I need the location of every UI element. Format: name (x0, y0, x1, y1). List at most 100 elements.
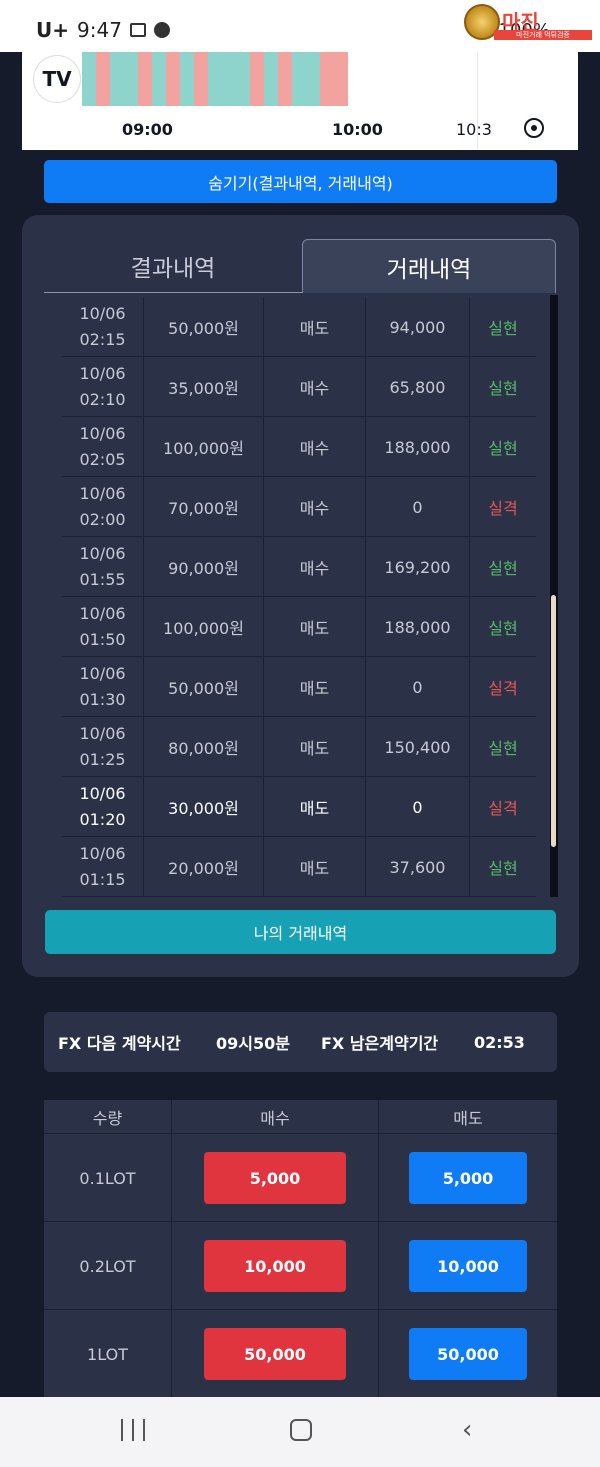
lot-size: 0.1LOT (44, 1134, 172, 1222)
trade-result: 실현 (488, 439, 518, 458)
candle-bar (320, 52, 334, 106)
watermark: 마진 마진거래 먹튀검증 (464, 4, 594, 42)
tab-results[interactable]: 결과내역 (44, 239, 302, 293)
tradingview-logo-icon[interactable]: TV (34, 56, 80, 102)
trade-time: 02:00 (79, 510, 126, 529)
trade-time: 01:30 (79, 690, 126, 709)
trade-result: 실격 (488, 679, 518, 698)
trade-side: 매수 (264, 477, 366, 537)
buy-button[interactable]: 5,000 (204, 1152, 346, 1204)
trade-datetime: 10/06 01:55 (62, 537, 144, 597)
back-icon[interactable]: ‹ (462, 1417, 472, 1443)
trade-amount: 50,000원 (144, 657, 264, 717)
trade-side: 매수 (264, 357, 366, 417)
remaining-contract-label: FX 남은계약기간 (321, 1034, 439, 1053)
price-chart[interactable]: TV 09:00 10:00 10:3 (22, 52, 578, 150)
trade-time: 01:50 (79, 630, 126, 649)
contract-info: FX 다음 계약시간 09시50분 FX 남은계약기간 02:53 (44, 1012, 557, 1072)
trade-datetime: 10/06 01:25 (62, 717, 144, 777)
history-tabs: 결과내역 거래내역 (44, 239, 556, 293)
candle-bar (124, 52, 138, 106)
candle-bar (222, 52, 236, 106)
trade-time: 01:15 (79, 870, 126, 889)
trade-date: 10/06 (79, 664, 126, 683)
lot-size: 1LOT (44, 1310, 172, 1398)
gallery-icon (129, 23, 146, 37)
order-row: 0.2LOT 10,000 10,000 (44, 1222, 557, 1310)
trade-datetime: 10/06 01:20 (62, 777, 144, 837)
candle-bar (334, 52, 348, 106)
table-row: 10/06 01:15 20,000원 매도 37,600 실현 (62, 837, 536, 897)
trade-datetime: 10/06 02:15 (62, 297, 144, 357)
candle-bar (278, 52, 292, 106)
header-sell: 매도 (453, 1109, 483, 1128)
candle-bar (110, 52, 124, 106)
candle-bar (250, 52, 264, 106)
trade-payout: 150,400 (366, 717, 470, 777)
order-table: 수량 매수 매도 0.1LOT 5,000 5,000 0.2LOT 10,000 10,… (44, 1100, 557, 1400)
order-row: 1LOT 50,000 50,000 (44, 1310, 557, 1398)
header-buy: 매수 (172, 1100, 379, 1134)
trade-datetime: 10/06 01:15 (62, 837, 144, 897)
trade-amount: 70,000원 (144, 477, 264, 537)
trade-date: 10/06 (79, 724, 126, 743)
trade-date: 10/06 (79, 424, 126, 443)
buy-button[interactable]: 50,000 (204, 1328, 346, 1380)
order-row: 0.1LOT 5,000 5,000 (44, 1134, 557, 1222)
trade-date: 10/06 (79, 304, 126, 323)
trade-payout: 169,200 (366, 537, 470, 597)
candle-bar (264, 52, 278, 106)
sell-button[interactable]: 10,000 (409, 1240, 527, 1292)
trade-payout: 188,000 (366, 417, 470, 477)
next-contract-label: FX 다음 계약시간 (58, 1034, 181, 1053)
trade-side: 매도 (264, 657, 366, 717)
next-contract-value: 09시50분 (216, 1034, 290, 1053)
table-row: 10/06 02:05 100,000원 매수 188,000 실현 (62, 417, 536, 477)
history-panel: 결과내역 거래내역 10/06 02:15 50,000원 매도 94,000 실현 10/… (22, 215, 579, 977)
gear-icon[interactable] (524, 118, 544, 138)
clock: 9:47 (77, 18, 122, 42)
recent-apps-icon[interactable] (121, 1419, 145, 1441)
tab-trades[interactable]: 거래내역 (302, 239, 556, 293)
status-bar: U+ 9:47 ✕ 100% 마진 마진거래 먹튀검증 (0, 0, 600, 52)
buy-cell: 50,000 (172, 1310, 379, 1398)
trade-datetime: 10/06 01:50 (62, 597, 144, 657)
scrollbar-thumb[interactable] (551, 595, 556, 847)
scrollbar[interactable] (550, 295, 558, 897)
sell-button[interactable]: 50,000 (409, 1328, 527, 1380)
my-trades-button[interactable]: 나의 거래내역 (45, 910, 556, 954)
trade-side: 매수 (264, 417, 366, 477)
hide-history-button[interactable]: 숨기기(결과내역, 거래내역) (44, 160, 557, 203)
buy-button[interactable]: 10,000 (204, 1240, 346, 1292)
trade-result: 실현 (488, 619, 518, 638)
trade-side: 매도 (264, 597, 366, 657)
trade-date: 10/06 (79, 784, 126, 803)
trade-payout: 0 (366, 657, 470, 717)
table-row: 10/06 01:30 50,000원 매도 0 실격 (62, 657, 536, 717)
table-row: 10/06 01:50 100,000원 매도 188,000 실현 (62, 597, 536, 657)
sell-button[interactable]: 5,000 (409, 1152, 527, 1204)
sell-cell: 50,000 (379, 1310, 557, 1398)
trade-amount: 100,000원 (144, 417, 264, 477)
trade-datetime: 10/06 02:00 (62, 477, 144, 537)
table-row: 10/06 02:15 50,000원 매도 94,000 실현 (62, 297, 536, 357)
trade-result: 실현 (488, 739, 518, 758)
trade-date: 10/06 (79, 484, 126, 503)
trade-date: 10/06 (79, 364, 126, 383)
table-row: 10/06 01:25 80,000원 매도 150,400 실현 (62, 717, 536, 777)
trade-amount: 80,000원 (144, 717, 264, 777)
trade-payout: 188,000 (366, 597, 470, 657)
status-left: U+ 9:47 (36, 18, 170, 42)
trade-payout: 65,800 (366, 357, 470, 417)
table-row: 10/06 02:00 70,000원 매수 0 실격 (62, 477, 536, 537)
navigation-bar: ‹ (0, 1397, 600, 1467)
trade-amount: 35,000원 (144, 357, 264, 417)
sell-cell: 5,000 (379, 1134, 557, 1222)
trade-payout: 0 (366, 477, 470, 537)
home-icon[interactable] (290, 1419, 312, 1441)
trade-result: 실현 (488, 379, 518, 398)
candle-bar (96, 52, 110, 106)
candle-bar (82, 52, 96, 106)
trade-date: 10/06 (79, 604, 126, 623)
trade-result: 실현 (488, 319, 518, 338)
